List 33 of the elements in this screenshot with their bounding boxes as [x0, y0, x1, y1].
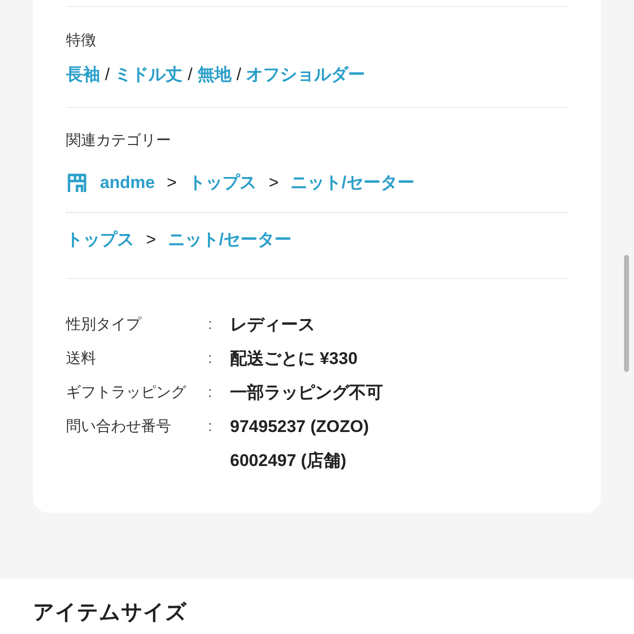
category-link[interactable]: トップス — [188, 170, 257, 196]
category-link[interactable]: andme — [100, 170, 155, 196]
detail-value: 配送ごとに ¥330 — [230, 348, 359, 370]
separator: / — [105, 64, 110, 86]
section-label: 特徴 — [66, 31, 97, 51]
detail-label: 問い合わせ番号 — [66, 417, 172, 437]
feature-link[interactable]: 長袖 — [66, 62, 100, 88]
separator: / — [188, 64, 192, 86]
detail-label: 送料 — [66, 349, 97, 369]
shop-icon — [66, 173, 88, 193]
category-link[interactable]: ニット/セーター — [168, 227, 292, 253]
section-heading: アイテムサイズ — [33, 600, 187, 626]
colon: : — [208, 383, 214, 403]
feature-link[interactable]: オフショルダー — [246, 62, 366, 88]
detail-label: ギフトラッピング — [66, 383, 188, 403]
colon: : — [208, 417, 214, 437]
breadcrumb-separator: > — [146, 229, 156, 251]
detail-value: レディース — [230, 314, 316, 336]
scrollbar[interactable] — [624, 255, 629, 372]
separator: / — [236, 64, 242, 86]
section-label: 関連カテゴリー — [66, 131, 172, 151]
breadcrumb-separator: > — [166, 172, 177, 194]
detail-label: 性別タイプ — [66, 315, 142, 335]
feature-link[interactable]: ミドル丈 — [114, 62, 183, 88]
category-link[interactable]: ニット/セーター — [290, 170, 414, 196]
colon: : — [208, 349, 214, 369]
breadcrumb-separator: > — [268, 172, 279, 194]
detail-value: 6002497 (店舗) — [230, 450, 348, 472]
colon: : — [208, 315, 214, 335]
feature-link[interactable]: 無地 — [197, 62, 232, 88]
detail-value: 97495237 (ZOZO) — [230, 416, 370, 438]
detail-value: 一部ラッピング不可 — [230, 382, 384, 404]
category-link[interactable]: トップス — [66, 227, 134, 253]
